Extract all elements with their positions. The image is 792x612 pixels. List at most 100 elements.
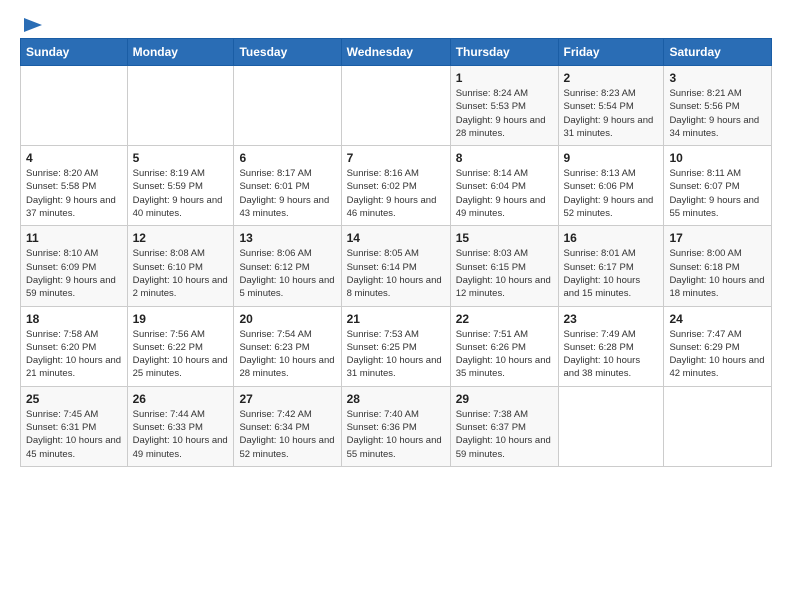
weekday-header-saturday: Saturday <box>664 39 772 66</box>
calendar-cell: 10 Sunrise: 8:11 AMSunset: 6:07 PMDayligh… <box>664 146 772 226</box>
week-row-2: 4 Sunrise: 8:20 AMSunset: 5:58 PMDaylight… <box>21 146 772 226</box>
calendar-cell: 26 Sunrise: 7:44 AMSunset: 6:33 PMDayligh… <box>127 386 234 466</box>
calendar-cell: 1 Sunrise: 8:24 AMSunset: 5:53 PMDaylight… <box>450 66 558 146</box>
week-row-4: 18 Sunrise: 7:58 AMSunset: 6:20 PMDayligh… <box>21 306 772 386</box>
calendar-cell: 28 Sunrise: 7:40 AMSunset: 6:36 PMDayligh… <box>341 386 450 466</box>
calendar-cell <box>127 66 234 146</box>
day-info: Sunrise: 7:38 AMSunset: 6:37 PMDaylight:… <box>456 408 553 461</box>
weekday-header-tuesday: Tuesday <box>234 39 341 66</box>
day-info: Sunrise: 8:10 AMSunset: 6:09 PMDaylight:… <box>26 247 122 300</box>
day-info: Sunrise: 8:19 AMSunset: 5:59 PMDaylight:… <box>133 167 229 220</box>
calendar-cell: 14 Sunrise: 8:05 AMSunset: 6:14 PMDayligh… <box>341 226 450 306</box>
day-info: Sunrise: 8:00 AMSunset: 6:18 PMDaylight:… <box>669 247 766 300</box>
day-info: Sunrise: 7:49 AMSunset: 6:28 PMDaylight:… <box>564 328 659 381</box>
day-info: Sunrise: 7:42 AMSunset: 6:34 PMDaylight:… <box>239 408 335 461</box>
logo <box>20 16 44 30</box>
day-info: Sunrise: 7:53 AMSunset: 6:25 PMDaylight:… <box>347 328 445 381</box>
calendar-cell: 6 Sunrise: 8:17 AMSunset: 6:01 PMDaylight… <box>234 146 341 226</box>
calendar-cell: 8Sunrise: 8:14 AMSunset: 6:04 PMDaylight… <box>450 146 558 226</box>
day-info: Sunrise: 8:03 AMSunset: 6:15 PMDaylight:… <box>456 247 553 300</box>
weekday-header-wednesday: Wednesday <box>341 39 450 66</box>
day-info: Sunrise: 7:51 AMSunset: 6:26 PMDaylight:… <box>456 328 553 381</box>
calendar-cell: 16 Sunrise: 8:01 AMSunset: 6:17 PMDayligh… <box>558 226 664 306</box>
day-info: Sunrise: 8:14 AMSunset: 6:04 PMDaylight:… <box>456 167 553 220</box>
day-info: Sunrise: 8:16 AMSunset: 6:02 PMDaylight:… <box>347 167 445 220</box>
day-info: Sunrise: 8:11 AMSunset: 6:07 PMDaylight:… <box>669 167 766 220</box>
week-row-3: 11 Sunrise: 8:10 AMSunset: 6:09 PMDayligh… <box>21 226 772 306</box>
calendar-cell: 29 Sunrise: 7:38 AMSunset: 6:37 PMDayligh… <box>450 386 558 466</box>
day-info: Sunrise: 8:13 AMSunset: 6:06 PMDaylight:… <box>564 167 659 220</box>
weekday-header-thursday: Thursday <box>450 39 558 66</box>
calendar-cell: 27Sunrise: 7:42 AMSunset: 6:34 PMDayligh… <box>234 386 341 466</box>
day-info: Sunrise: 7:44 AMSunset: 6:33 PMDaylight:… <box>133 408 229 461</box>
calendar-cell: 21 Sunrise: 7:53 AMSunset: 6:25 PMDayligh… <box>341 306 450 386</box>
day-number: 17 <box>669 231 766 245</box>
calendar-cell <box>234 66 341 146</box>
day-info: Sunrise: 8:20 AMSunset: 5:58 PMDaylight:… <box>26 167 122 220</box>
day-info: Sunrise: 7:40 AMSunset: 6:36 PMDaylight:… <box>347 408 445 461</box>
day-number: 4 <box>26 151 122 165</box>
calendar-cell: 20 Sunrise: 7:54 AMSunset: 6:23 PMDayligh… <box>234 306 341 386</box>
day-info: Sunrise: 7:56 AMSunset: 6:22 PMDaylight:… <box>133 328 229 381</box>
day-number: 29 <box>456 392 553 406</box>
day-number: 20 <box>239 312 335 326</box>
calendar-cell: 9 Sunrise: 8:13 AMSunset: 6:06 PMDaylight… <box>558 146 664 226</box>
day-info: Sunrise: 8:23 AMSunset: 5:54 PMDaylight:… <box>564 87 659 140</box>
day-number: 7 <box>347 151 445 165</box>
weekday-header-monday: Monday <box>127 39 234 66</box>
week-row-1: 1 Sunrise: 8:24 AMSunset: 5:53 PMDaylight… <box>21 66 772 146</box>
calendar-cell: 15 Sunrise: 8:03 AMSunset: 6:15 PMDayligh… <box>450 226 558 306</box>
day-number: 24 <box>669 312 766 326</box>
day-number: 14 <box>347 231 445 245</box>
calendar-cell: 18 Sunrise: 7:58 AMSunset: 6:20 PMDayligh… <box>21 306 128 386</box>
day-info: Sunrise: 8:21 AMSunset: 5:56 PMDaylight:… <box>669 87 766 140</box>
day-info: Sunrise: 8:06 AMSunset: 6:12 PMDaylight:… <box>239 247 335 300</box>
day-number: 9 <box>564 151 659 165</box>
day-number: 6 <box>239 151 335 165</box>
calendar-cell: 13 Sunrise: 8:06 AMSunset: 6:12 PMDayligh… <box>234 226 341 306</box>
day-number: 13 <box>239 231 335 245</box>
day-number: 15 <box>456 231 553 245</box>
day-info: Sunrise: 7:58 AMSunset: 6:20 PMDaylight:… <box>26 328 122 381</box>
calendar-cell: 11 Sunrise: 8:10 AMSunset: 6:09 PMDayligh… <box>21 226 128 306</box>
calendar-cell: 25 Sunrise: 7:45 AMSunset: 6:31 PMDayligh… <box>21 386 128 466</box>
day-number: 1 <box>456 71 553 85</box>
calendar-cell <box>664 386 772 466</box>
day-number: 11 <box>26 231 122 245</box>
day-number: 23 <box>564 312 659 326</box>
calendar-cell <box>21 66 128 146</box>
calendar-cell: 5Sunrise: 8:19 AMSunset: 5:59 PMDaylight… <box>127 146 234 226</box>
weekday-header-sunday: Sunday <box>21 39 128 66</box>
day-number: 28 <box>347 392 445 406</box>
day-info: Sunrise: 7:47 AMSunset: 6:29 PMDaylight:… <box>669 328 766 381</box>
page-header <box>20 16 772 30</box>
day-number: 3 <box>669 71 766 85</box>
day-number: 16 <box>564 231 659 245</box>
day-number: 26 <box>133 392 229 406</box>
day-number: 2 <box>564 71 659 85</box>
day-number: 21 <box>347 312 445 326</box>
calendar-table: SundayMondayTuesdayWednesdayThursdayFrid… <box>20 38 772 467</box>
day-info: Sunrise: 8:24 AMSunset: 5:53 PMDaylight:… <box>456 87 553 140</box>
calendar-cell: 12Sunrise: 8:08 AMSunset: 6:10 PMDayligh… <box>127 226 234 306</box>
calendar-cell: 22 Sunrise: 7:51 AMSunset: 6:26 PMDayligh… <box>450 306 558 386</box>
day-number: 22 <box>456 312 553 326</box>
day-info: Sunrise: 7:54 AMSunset: 6:23 PMDaylight:… <box>239 328 335 381</box>
day-info: Sunrise: 8:08 AMSunset: 6:10 PMDaylight:… <box>133 247 229 300</box>
calendar-cell: 24 Sunrise: 7:47 AMSunset: 6:29 PMDayligh… <box>664 306 772 386</box>
day-number: 25 <box>26 392 122 406</box>
day-number: 19 <box>133 312 229 326</box>
day-number: 18 <box>26 312 122 326</box>
day-info: Sunrise: 8:17 AMSunset: 6:01 PMDaylight:… <box>239 167 335 220</box>
calendar-cell: 4 Sunrise: 8:20 AMSunset: 5:58 PMDaylight… <box>21 146 128 226</box>
calendar-cell: 7 Sunrise: 8:16 AMSunset: 6:02 PMDaylight… <box>341 146 450 226</box>
calendar-cell <box>558 386 664 466</box>
logo-flag-icon <box>22 16 44 34</box>
day-info: Sunrise: 7:45 AMSunset: 6:31 PMDaylight:… <box>26 408 122 461</box>
day-info: Sunrise: 8:01 AMSunset: 6:17 PMDaylight:… <box>564 247 659 300</box>
calendar-cell: 3 Sunrise: 8:21 AMSunset: 5:56 PMDaylight… <box>664 66 772 146</box>
day-info: Sunrise: 8:05 AMSunset: 6:14 PMDaylight:… <box>347 247 445 300</box>
day-number: 10 <box>669 151 766 165</box>
calendar-cell: 17 Sunrise: 8:00 AMSunset: 6:18 PMDayligh… <box>664 226 772 306</box>
weekday-header-row: SundayMondayTuesdayWednesdayThursdayFrid… <box>21 39 772 66</box>
